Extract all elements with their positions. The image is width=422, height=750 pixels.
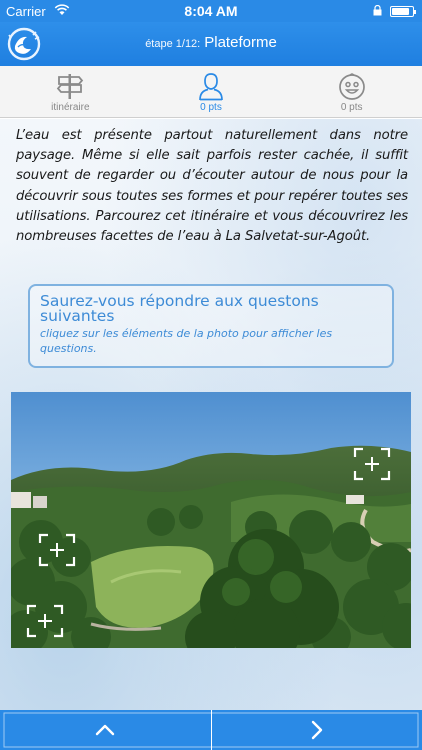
hotspot-focus-icon[interactable] [26, 604, 64, 638]
landscape-illustration [11, 392, 411, 648]
battery-icon [390, 6, 416, 17]
nav-title: étape 1/12: Plateforme [0, 34, 422, 52]
intro-text: L’eau est présente partout naturellement… [16, 128, 408, 245]
question-hint: cliquez sur les éléments de la photo pou… [40, 327, 333, 355]
person-icon [199, 73, 223, 101]
tab-itinerary[interactable]: itinéraire [0, 66, 141, 117]
tab-points-kids-label: 0 pts [340, 102, 363, 113]
landscape-photo[interactable] [11, 392, 411, 648]
smiley-icon [338, 73, 365, 100]
tab-points-person-label: 0 pts [200, 102, 222, 113]
clock: 8:04 AM [184, 3, 238, 19]
tab-points-kids[interactable]: 0 pts [281, 66, 422, 117]
question-prompt-box: Saurez-vous répondre aux questons suivan… [28, 284, 394, 368]
tab-itinerary-label: itinéraire [51, 102, 90, 113]
chevron-up-icon [96, 724, 115, 736]
bottom-navigation [0, 710, 422, 750]
hotspot-focus-icon[interactable] [353, 447, 391, 481]
step-indicator: étape 1/12: [145, 38, 201, 50]
chevron-right-icon [311, 720, 322, 740]
previous-button[interactable] [0, 710, 211, 750]
hotspot-focus-icon[interactable] [38, 533, 76, 567]
status-bar: Carrier 8:04 AM [0, 0, 422, 22]
signpost-icon [57, 74, 84, 99]
tab-points-person[interactable]: 0 pts [141, 66, 282, 117]
next-button[interactable] [210, 710, 422, 750]
rotation-lock-icon [373, 5, 382, 16]
nav-bar: étape 1/12: Plateforme [0, 22, 422, 66]
page-title: Plateforme [204, 34, 277, 51]
tab-bar: itinéraire 0 pts 0 pts [0, 66, 422, 118]
question-title: Saurez-vous répondre aux questons suivan… [40, 292, 319, 325]
